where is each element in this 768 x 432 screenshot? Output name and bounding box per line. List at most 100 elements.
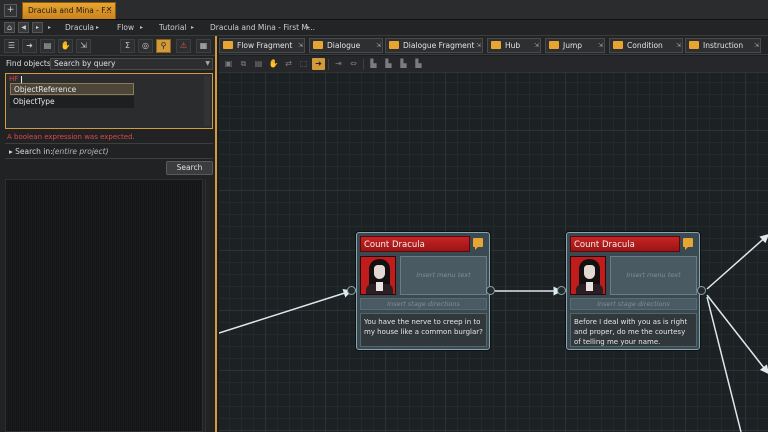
dialogue-fragment-icon [389, 41, 399, 49]
close-tab-icon[interactable]: ✕ [104, 4, 114, 16]
query-icon[interactable]: Σ [120, 39, 135, 53]
database-icon[interactable]: ▦ [196, 39, 211, 53]
breadcrumb-separator[interactable]: ▸ [307, 20, 310, 36]
breadcrumb-item-current[interactable]: Dracula and Mina - First M... [210, 20, 315, 36]
link-icon[interactable]: ⇄ [282, 58, 295, 70]
find-objects-row: Find objects: Search by query ▼ [0, 57, 215, 71]
tab-label: Condition [627, 41, 663, 50]
search-icon[interactable]: ⚲ [156, 39, 171, 53]
divider [5, 158, 213, 159]
warning-icon[interactable]: ⚠ [176, 39, 191, 53]
export-icon[interactable]: ⇲ [76, 39, 91, 53]
tab-condition[interactable]: Condition ⇲ [609, 38, 683, 53]
find-mode-select[interactable]: Search by query ▼ [50, 58, 213, 70]
breadcrumb-item-flow[interactable]: Flow [117, 20, 134, 36]
navigate-icon[interactable]: ➜ [22, 39, 37, 53]
node-icon[interactable]: ▙ [382, 58, 395, 70]
copy-icon[interactable]: ⧉ [237, 58, 250, 70]
autocomplete-item-objectreference[interactable]: ObjectReference [10, 83, 134, 95]
jump-icon [549, 41, 559, 49]
flow-canvas[interactable]: Count Dracula Insert menu text Insert st… [219, 73, 768, 432]
node-icon[interactable]: ▙ [412, 58, 425, 70]
back-icon[interactable]: ◀ [18, 22, 29, 33]
breadcrumb: ⌂ ◀ ▸ ▸ Dracula ▸ Flow ▸ Tutorial ▸ Drac… [0, 20, 768, 36]
divider [328, 59, 329, 70]
hand-icon[interactable]: ✋ [58, 39, 73, 53]
breadcrumb-separator: ▸ [48, 24, 52, 31]
tab-jump[interactable]: Jump ⇲ [545, 38, 605, 53]
stage-directions-field[interactable]: Insert stage directions [360, 298, 487, 310]
chevron-down-icon: ▼ [205, 60, 210, 67]
navigate-icon[interactable]: ➜ [312, 58, 325, 70]
breadcrumb-item-tutorial[interactable]: Tutorial [159, 20, 187, 36]
camera-icon[interactable]: ▣ [222, 58, 235, 70]
condition-icon [613, 41, 623, 49]
output-pin[interactable] [486, 286, 495, 295]
tab-label: Hub [505, 41, 521, 50]
home-icon[interactable]: ⌂ [4, 22, 15, 33]
tab-hub[interactable]: Hub ⇲ [487, 38, 541, 53]
select-icon[interactable]: ⬚ [297, 58, 310, 70]
query-text: HF [9, 75, 19, 83]
align-icon[interactable]: ⇥ [332, 58, 345, 70]
connection-line[interactable] [219, 288, 353, 334]
object-tab-bar: Flow Fragment ⇲ Dialogue ⇲ Dialogue Frag… [219, 36, 768, 55]
drag-handle-icon: ⇲ [475, 42, 481, 49]
input-pin[interactable] [347, 286, 356, 295]
node-icon[interactable]: ▙ [367, 58, 380, 70]
find-mode-value: Search by query [54, 59, 116, 68]
search-in-value: (entire project) [52, 147, 109, 156]
drag-handle-icon: ⇲ [753, 42, 759, 49]
instruction-icon [689, 41, 699, 49]
menu-text-field[interactable]: Insert menu text [610, 256, 697, 295]
speaker-portrait [570, 256, 606, 295]
stage-directions-field[interactable]: Insert stage directions [570, 298, 697, 310]
new-tab-button[interactable]: + [4, 4, 17, 17]
find-objects-panel: ☰ ➜ ▤ ✋ ⇲ Σ ◎ ⚲ ⚠ ▦ Find objects: Search… [0, 36, 217, 432]
tab-label: Dialogue [327, 41, 361, 50]
tab-label: Dialogue Fragment [403, 41, 475, 50]
comment-icon[interactable] [683, 238, 693, 250]
dialogue-fragment-node[interactable]: Count Dracula Insert menu text Insert st… [566, 232, 700, 350]
distribute-icon[interactable]: ⇔ [347, 58, 360, 70]
dialogue-text[interactable]: You have the nerve to creep in to my hou… [360, 313, 487, 347]
list-icon[interactable]: ☰ [4, 39, 19, 53]
connection-line[interactable] [706, 234, 768, 290]
breadcrumb-separator[interactable]: ▸ [140, 20, 143, 36]
forward-icon[interactable]: ▸ [32, 22, 43, 33]
menu-text-field[interactable]: Insert menu text [400, 256, 487, 295]
breadcrumb-separator[interactable]: ▸ [96, 20, 99, 36]
panel-toolbar: ☰ ➜ ▤ ✋ ⇲ Σ ◎ ⚲ ⚠ ▦ [0, 36, 215, 56]
document-tab[interactable]: Dracula and Mina - F... [22, 2, 116, 19]
query-scrollbar[interactable] [204, 76, 210, 126]
output-pin[interactable] [697, 286, 706, 295]
comment-icon[interactable] [473, 238, 483, 250]
input-pin[interactable] [557, 286, 566, 295]
globe-icon[interactable]: ◎ [138, 39, 153, 53]
divider [5, 143, 213, 144]
drag-handle-icon: ⇲ [533, 42, 539, 49]
autocomplete-item-objecttype[interactable]: ObjectType [10, 96, 134, 108]
results-scrollbar[interactable] [205, 179, 213, 432]
hub-icon [491, 41, 501, 49]
dialogue-fragment-node[interactable]: Count Dracula Insert menu text Insert st… [356, 232, 490, 350]
search-button[interactable]: Search [166, 161, 213, 175]
drag-handle-icon: ⇲ [597, 42, 603, 49]
speaker-name[interactable]: Count Dracula [360, 236, 470, 252]
breadcrumb-item-dracula[interactable]: Dracula [65, 20, 94, 36]
hand-icon[interactable]: ✋ [267, 58, 280, 70]
tab-flow-fragment[interactable]: Flow Fragment ⇲ [219, 38, 305, 53]
layers-icon[interactable]: ▤ [252, 58, 265, 70]
query-input[interactable]: HF ObjectReference ObjectType [5, 73, 213, 129]
tab-dialogue-fragment[interactable]: Dialogue Fragment ⇲ [385, 38, 483, 53]
tab-instruction[interactable]: Instruction ⇲ [685, 38, 761, 53]
speaker-portrait [360, 256, 396, 295]
node-icon[interactable]: ▙ [397, 58, 410, 70]
search-in-toggle[interactable]: ▸ Search in: [9, 147, 53, 156]
tab-dialogue[interactable]: Dialogue ⇲ [309, 38, 383, 53]
breadcrumb-separator[interactable]: ▸ [191, 20, 194, 36]
dialogue-text[interactable]: Before I deal with you as is right and p… [570, 313, 697, 347]
layers-icon[interactable]: ▤ [40, 39, 55, 53]
search-results-list[interactable] [5, 179, 203, 432]
speaker-name[interactable]: Count Dracula [570, 236, 680, 252]
